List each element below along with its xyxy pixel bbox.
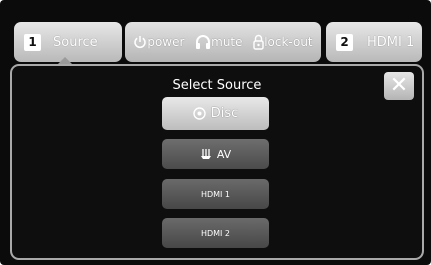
mute-label: mute <box>211 35 243 49</box>
source-av-button[interactable]: AV <box>162 139 269 169</box>
control-group: power mute lock-out <box>125 22 321 62</box>
source-hdmi2-button[interactable]: HDMI 2 <box>162 218 269 248</box>
lock-out-button[interactable]: lock-out <box>253 34 313 50</box>
tab-source[interactable]: 1 Source <box>14 22 122 62</box>
av-jack-icon <box>200 148 212 160</box>
lock-icon <box>253 34 264 50</box>
tab-hdmi[interactable]: 2 HDMI 1 <box>326 22 422 62</box>
lock-out-label: lock-out <box>264 35 313 49</box>
power-label: power <box>147 35 185 49</box>
source-disc-button[interactable]: Disc <box>162 97 269 130</box>
source-label: AV <box>216 147 232 161</box>
disc-icon <box>193 107 206 120</box>
source-label: HDMI 1 <box>200 189 231 199</box>
power-icon <box>133 35 147 49</box>
panel-title: Select Source <box>172 78 262 93</box>
mute-button[interactable]: mute <box>195 35 243 49</box>
screen: 1 Source power mute lock-out 2 HDMI 1 Se… <box>0 0 431 265</box>
close-button[interactable]: ✕ <box>384 72 414 100</box>
source-label: HDMI 2 <box>200 228 231 238</box>
tab-pointer <box>58 57 72 64</box>
source-hdmi1-button[interactable]: HDMI 1 <box>162 179 269 209</box>
tab-number: 1 <box>24 33 41 51</box>
tab-label: HDMI 1 <box>367 34 415 50</box>
tab-number: 2 <box>336 33 353 51</box>
top-bar: 1 Source power mute lock-out 2 HDMI 1 <box>0 0 431 64</box>
source-label: Disc <box>210 106 239 121</box>
headphones-icon <box>195 35 211 49</box>
tab-label: Source <box>53 34 98 50</box>
power-button[interactable]: power <box>133 35 184 49</box>
close-icon: ✕ <box>389 73 409 98</box>
